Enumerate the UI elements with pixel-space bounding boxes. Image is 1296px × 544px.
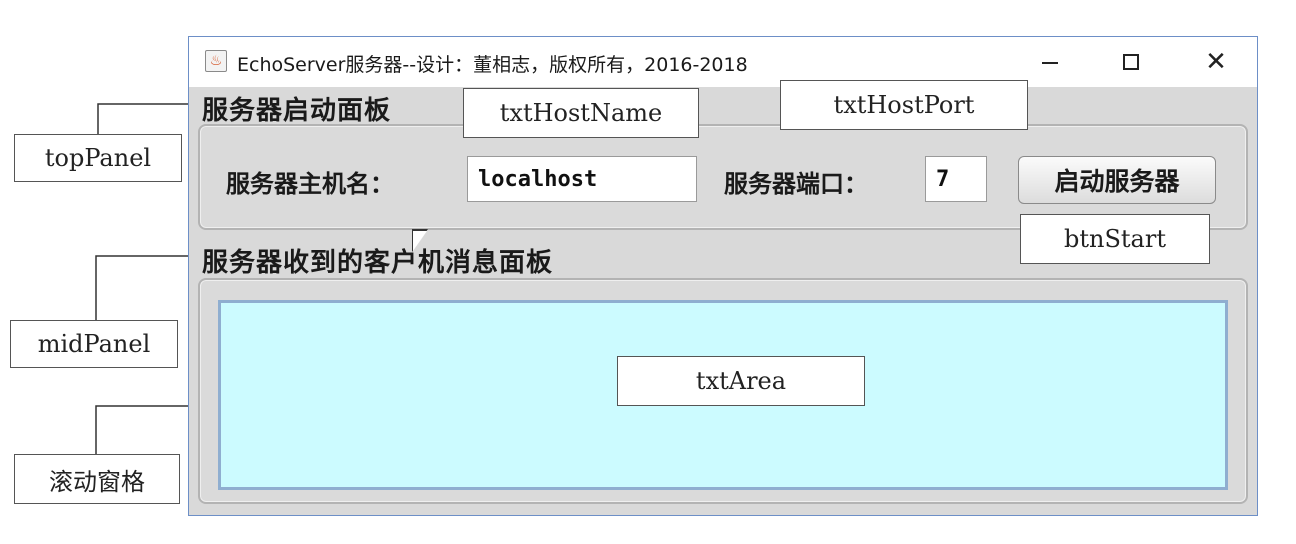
host-port-label: 服务器端口： — [724, 170, 868, 198]
annotation-top-panel: topPanel — [14, 134, 182, 182]
annotation-txt-host-name: txtHostName — [463, 88, 699, 138]
host-port-input[interactable]: 7 — [925, 156, 987, 202]
top-panel-title: 服务器启动面板 — [202, 96, 392, 126]
annotation-txt-host-port: txtHostPort — [780, 80, 1028, 130]
mid-panel-title: 服务器收到的客户机消息面板 — [202, 248, 554, 278]
annotation-btn-start: btnStart — [1020, 214, 1210, 264]
window-content: 服务器启动面板 服务器主机名： localhost 服务器端口： 7 启动服务器… — [188, 36, 1258, 516]
host-name-input[interactable]: localhost — [467, 156, 697, 202]
annotation-mid-panel: midPanel — [10, 320, 178, 368]
annotation-txt-area: txtArea — [617, 356, 865, 406]
host-name-label: 服务器主机名： — [226, 170, 394, 198]
mouse-cursor-fill — [413, 231, 427, 251]
start-server-button[interactable]: 启动服务器 — [1018, 156, 1216, 204]
annotation-scroll-pane: 滚动窗格 — [14, 454, 180, 504]
